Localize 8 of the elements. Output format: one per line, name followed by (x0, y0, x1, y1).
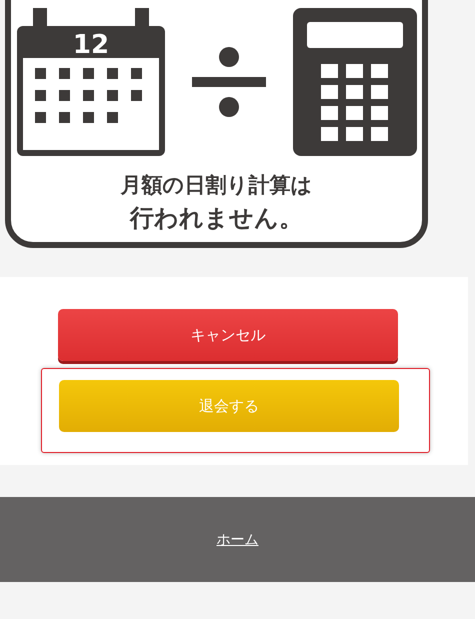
calendar-icon (16, 8, 164, 156)
calculator-icon (292, 8, 416, 156)
calendar-date: 12 (72, 30, 109, 60)
divide-icon (192, 47, 266, 117)
notice-text: 月額の日割り計算は (120, 172, 312, 199)
notice-text: 行われません。 (130, 203, 303, 234)
cancel-button[interactable]: キャンセル (58, 309, 398, 361)
home-link[interactable]: ホーム (216, 530, 258, 548)
